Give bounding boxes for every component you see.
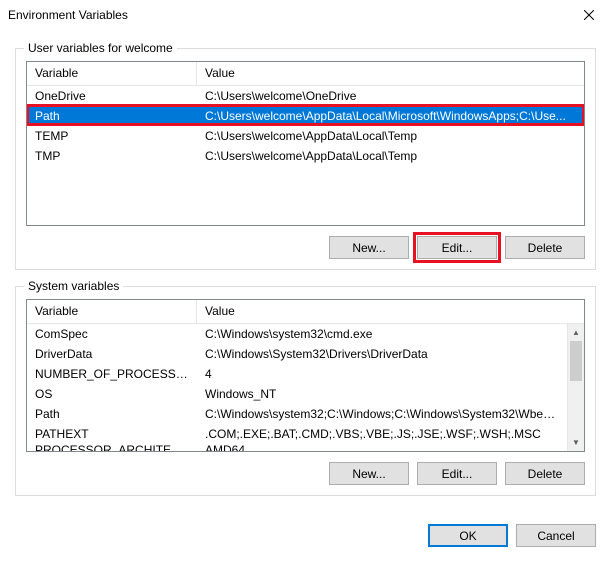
delete-button[interactable]: Delete [505,462,585,485]
cell-value: AMD64 [197,444,567,452]
user-variables-label: User variables for welcome [24,41,177,55]
scroll-down-button[interactable]: ▼ [568,434,584,451]
cell-variable: DriverData [27,345,197,363]
system-table-rows: ComSpec C:\Windows\system32\cmd.exe Driv… [27,324,567,452]
cell-value: C:\Users\welcome\AppData\Local\Temp [197,127,584,145]
chevron-down-icon: ▼ [572,438,580,447]
cell-value: 4 [197,365,567,383]
table-header: Variable Value [27,300,584,324]
chevron-up-icon: ▲ [572,328,580,337]
scrollbar-track[interactable] [568,381,584,434]
new-button[interactable]: New... [329,236,409,259]
cell-variable: NUMBER_OF_PROCESSORS [27,365,197,383]
edit-button[interactable]: Edit... [417,462,497,485]
table-row[interactable]: ComSpec C:\Windows\system32\cmd.exe [27,324,567,344]
table-row[interactable]: TEMP C:\Users\welcome\AppData\Local\Temp [27,126,584,146]
new-button[interactable]: New... [329,462,409,485]
delete-button[interactable]: Delete [505,236,585,259]
column-header-variable[interactable]: Variable [27,300,197,323]
cell-variable: Path [27,405,197,423]
table-row[interactable]: DriverData C:\Windows\System32\Drivers\D… [27,344,567,364]
table-row[interactable]: OneDrive C:\Users\welcome\OneDrive [27,86,584,106]
scrollbar-thumb[interactable] [570,341,582,381]
column-header-variable[interactable]: Variable [27,62,197,85]
cell-value: C:\Users\welcome\AppData\Local\Microsoft… [197,107,584,125]
cell-variable: TEMP [27,127,197,145]
cell-value: .COM;.EXE;.BAT;.CMD;.VBS;.VBE;.JS;.JSE;.… [197,425,567,443]
cell-value: C:\Users\welcome\OneDrive [197,87,584,105]
edit-button-highlight: Edit... [417,236,497,259]
cell-variable: OneDrive [27,87,197,105]
scrollbar[interactable]: ▲ ▼ [567,324,584,451]
table-row[interactable]: PROCESSOR_ARCHITECTURE AMD64 [27,444,567,452]
cell-value: C:\Windows\system32;C:\Windows;C:\Window… [197,405,567,423]
cell-variable: OS [27,385,197,403]
table-row[interactable]: Path C:\Users\welcome\AppData\Local\Micr… [27,106,584,126]
dialog-body: User variables for welcome Variable Valu… [0,30,611,524]
system-variables-table[interactable]: Variable Value ComSpec C:\Windows\system… [26,299,585,452]
scroll-up-button[interactable]: ▲ [568,324,584,341]
cell-variable: ComSpec [27,325,197,343]
user-variables-group: User variables for welcome Variable Valu… [15,48,596,270]
user-variables-table[interactable]: Variable Value OneDrive C:\Users\welcome… [26,61,585,226]
system-variables-group: System variables Variable Value ComSpec … [15,286,596,496]
column-header-value[interactable]: Value [197,62,584,85]
edit-button[interactable]: Edit... [417,236,497,259]
cell-value: C:\Windows\System32\Drivers\DriverData [197,345,567,363]
cell-variable: TMP [27,147,197,165]
ok-button[interactable]: OK [428,524,508,547]
cell-value: C:\Users\welcome\AppData\Local\Temp [197,147,584,165]
user-table-rows: OneDrive C:\Users\welcome\OneDrive Path … [27,86,584,166]
column-header-value[interactable]: Value [197,300,584,323]
table-header: Variable Value [27,62,584,86]
cell-variable: Path [27,107,197,125]
cancel-button[interactable]: Cancel [516,524,596,547]
window-title: Environment Variables [8,8,128,22]
titlebar: Environment Variables [0,0,611,30]
table-row[interactable]: Path C:\Windows\system32;C:\Windows;C:\W… [27,404,567,424]
cell-value: Windows_NT [197,385,567,403]
table-row[interactable]: PATHEXT .COM;.EXE;.BAT;.CMD;.VBS;.VBE;.J… [27,424,567,444]
system-variables-label: System variables [24,279,123,293]
cell-variable: PROCESSOR_ARCHITECTURE [27,444,197,452]
close-icon [584,10,594,20]
cell-value: C:\Windows\system32\cmd.exe [197,325,567,343]
cell-variable: PATHEXT [27,425,197,443]
dialog-footer: OK Cancel [0,524,611,559]
table-row[interactable]: NUMBER_OF_PROCESSORS 4 [27,364,567,384]
table-row[interactable]: OS Windows_NT [27,384,567,404]
table-row[interactable]: TMP C:\Users\welcome\AppData\Local\Temp [27,146,584,166]
close-button[interactable] [566,0,611,30]
system-buttons: New... Edit... Delete [26,462,585,485]
user-buttons: New... Edit... Delete [26,236,585,259]
